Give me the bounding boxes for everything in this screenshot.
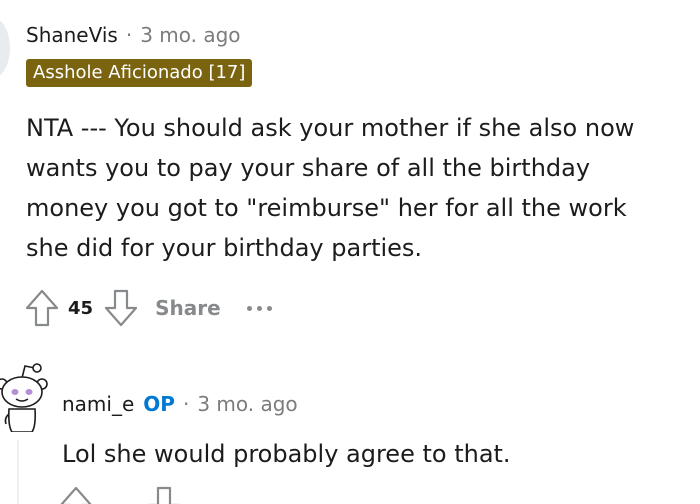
- comment-actions: 45 Share: [24, 288, 272, 328]
- share-button[interactable]: Share: [155, 296, 221, 320]
- downvote-icon: [104, 289, 138, 327]
- username-link[interactable]: nami_e: [62, 392, 134, 416]
- username-link[interactable]: ShaneVis: [26, 23, 118, 47]
- comment-text-line: NTA --- You should ask your mother if sh…: [26, 114, 635, 142]
- timestamp-link[interactable]: 3 mo. ago: [140, 23, 240, 47]
- upvote-icon: [25, 289, 59, 327]
- upvote-icon: [60, 486, 92, 504]
- snoo-avatar-icon: [0, 363, 48, 433]
- upvote-button[interactable]: [24, 288, 60, 328]
- comment-body: NTA --- You should ask your mother if sh…: [26, 108, 686, 268]
- more-options-icon[interactable]: [246, 305, 272, 311]
- comment-header: nami_e OP · 3 mo. ago: [62, 390, 298, 418]
- comment-body: Lol she would probably agree to that.: [62, 440, 511, 468]
- thread-line[interactable]: [17, 440, 19, 504]
- user-flair: Asshole Aficionado [17]: [26, 59, 253, 87]
- comment-thread: ShaneVis · 3 mo. ago Asshole Aficionado …: [0, 0, 700, 504]
- avatar[interactable]: [0, 18, 10, 78]
- comment-text-line: wants you to pay your share of all the b…: [26, 154, 591, 182]
- downvote-icon: [148, 486, 180, 504]
- downvote-button[interactable]: [146, 485, 182, 504]
- upvote-button[interactable]: [58, 485, 94, 504]
- comment-actions: [58, 486, 182, 504]
- downvote-button[interactable]: [103, 288, 139, 328]
- vote-count: 45: [68, 297, 94, 319]
- timestamp-link[interactable]: 3 mo. ago: [197, 392, 297, 416]
- comment-text-line: money you got to "reimburse" her for all…: [26, 194, 627, 222]
- separator-dot: ·: [182, 392, 190, 416]
- separator-dot: ·: [125, 23, 133, 47]
- comment-text-line: she did for your birthday parties.: [26, 234, 423, 262]
- op-badge: OP: [143, 392, 175, 416]
- avatar[interactable]: [0, 354, 50, 433]
- comment-header: ShaneVis · 3 mo. ago: [26, 22, 241, 48]
